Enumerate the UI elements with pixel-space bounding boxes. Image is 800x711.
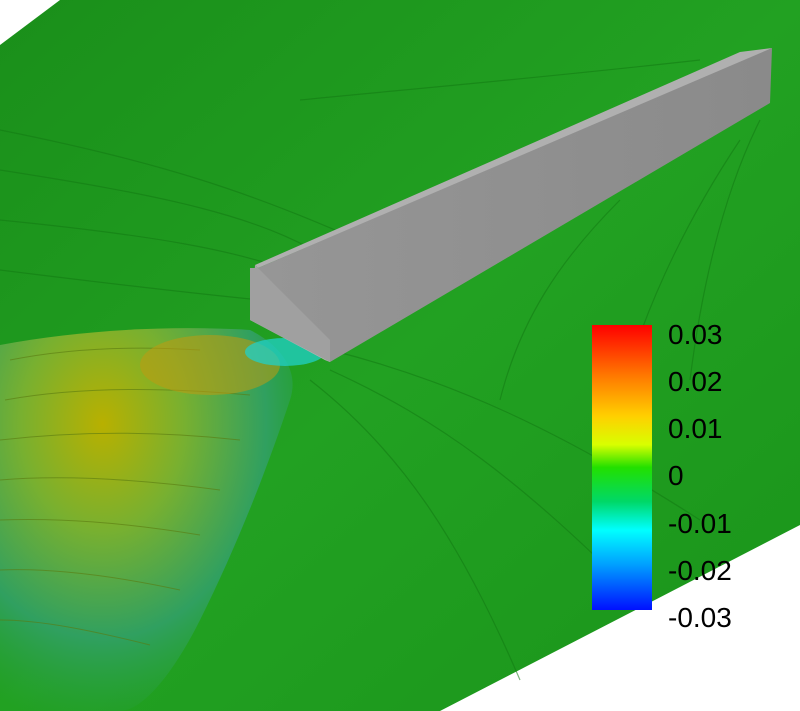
- colorbar-label: -0.03: [668, 602, 732, 633]
- colorbar-label: -0.01: [668, 508, 732, 539]
- colorbar-label: 0.02: [668, 366, 723, 397]
- colorbar-label: 0: [668, 460, 684, 491]
- colorbar: [592, 325, 652, 610]
- colorbar-label: -0.02: [668, 555, 732, 586]
- colorbar-label: 0.01: [668, 413, 723, 444]
- colorbar-label: 0.03: [668, 319, 723, 350]
